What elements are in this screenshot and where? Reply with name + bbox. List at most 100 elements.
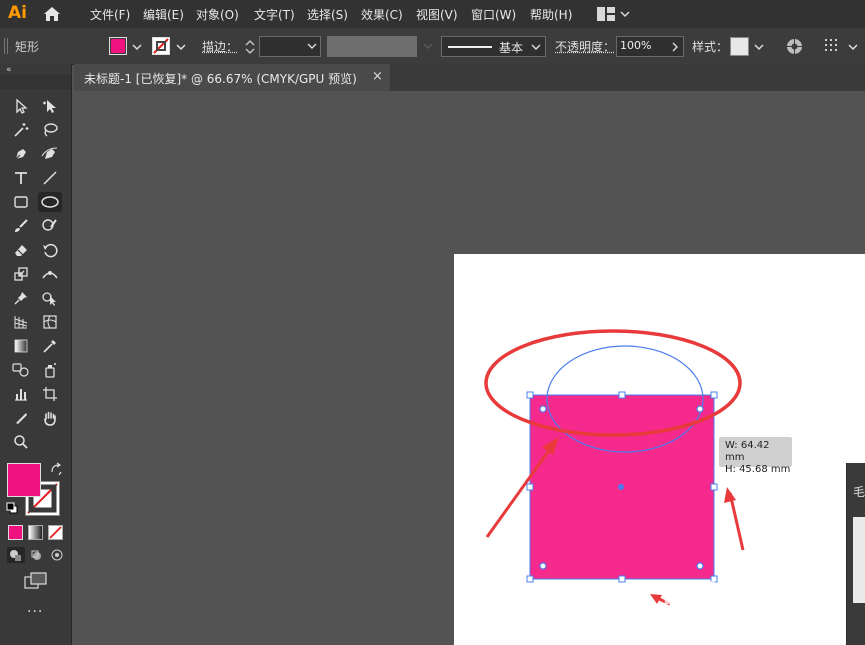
line-segment-tool[interactable] — [38, 168, 62, 188]
opacity-label[interactable]: 不透明度： — [555, 38, 615, 55]
align-grid-icon[interactable] — [824, 38, 842, 54]
chevron-right-icon[interactable] — [670, 41, 680, 53]
menu-edit[interactable]: 编辑(E) — [143, 6, 184, 23]
eyedropper-tool[interactable] — [38, 336, 62, 356]
selection-tool[interactable] — [9, 96, 33, 116]
menu-object[interactable]: 对象(O) — [196, 6, 239, 23]
gradient-mode-button[interactable] — [28, 525, 43, 540]
mesh-icon — [43, 315, 57, 329]
close-icon[interactable]: × — [372, 69, 383, 84]
rotate-tool[interactable] — [38, 240, 62, 260]
workspace-layout-icon[interactable] — [597, 7, 615, 24]
line-segment-icon — [43, 171, 57, 185]
chevron-down-icon[interactable] — [174, 40, 188, 54]
menu-help[interactable]: 帮助(H) — [530, 6, 572, 23]
stroke-swatch[interactable] — [152, 37, 170, 55]
default-fill-stroke-icon[interactable] — [6, 502, 18, 514]
gradient-tool[interactable] — [9, 336, 33, 356]
size-tooltip: W: 64.42 mm H: 45.68 mm — [719, 437, 792, 475]
tools-panel: « ··· — [0, 64, 72, 645]
pushpin-icon — [14, 292, 27, 305]
color-mode-button[interactable] — [8, 525, 23, 540]
chevron-down-icon[interactable] — [846, 40, 860, 54]
fill-swatch[interactable] — [109, 37, 127, 55]
chevron-down-icon[interactable] — [306, 40, 318, 52]
panel-label: 毛 — [853, 485, 865, 499]
menu-bar: Ai 文件(F) 编辑(E) 对象(O) 文字(T) 选择(S) 效果(C) 视… — [0, 0, 865, 28]
direct-selection-tool[interactable] — [38, 96, 62, 116]
collapse-panel-icon[interactable]: « — [6, 65, 12, 75]
chevron-down-icon[interactable] — [752, 40, 766, 54]
opacity-input[interactable]: 100% — [616, 36, 684, 57]
no-stroke-icon — [153, 38, 169, 54]
stroke-weight-input[interactable] — [259, 36, 321, 57]
zoom-magnifier-icon — [14, 435, 28, 449]
pen-nib-icon — [15, 149, 26, 160]
column-graph-tool[interactable] — [9, 384, 33, 404]
chevron-down-icon[interactable] — [530, 41, 542, 53]
draw-inside-icon[interactable] — [48, 547, 66, 563]
blend-tool[interactable] — [9, 360, 33, 380]
handle-top-right — [710, 391, 718, 399]
shape-builder-icon — [42, 292, 56, 306]
stroke-weight-label[interactable]: 描边： — [202, 38, 238, 55]
blob-brush-tool[interactable] — [38, 216, 62, 236]
menu-window[interactable]: 窗口(W) — [471, 6, 516, 23]
stepper-arrows-icon[interactable] — [244, 38, 256, 56]
menu-view[interactable]: 视图(V) — [416, 6, 458, 23]
document-tab[interactable]: 未标题-1 [已恢复]* @ 66.67% (CMYK/GPU 预览) × — [74, 64, 390, 91]
chevron-down-icon[interactable] — [130, 40, 144, 54]
symbol-sprayer-tool[interactable] — [38, 360, 62, 380]
menu-select[interactable]: 选择(S) — [307, 6, 348, 23]
lasso-tool[interactable] — [38, 120, 62, 140]
artwork-layer[interactable] — [72, 91, 865, 645]
type-t-icon — [15, 172, 27, 184]
menu-effect[interactable]: 效果(C) — [361, 6, 403, 23]
type-tool[interactable] — [9, 168, 33, 188]
hand-tool[interactable] — [38, 408, 62, 428]
canvas-area[interactable]: W: 64.42 mm H: 45.68 mm 毛 Baidu 经验 jingy… — [72, 91, 865, 645]
home-icon[interactable] — [42, 6, 62, 25]
handle-top-left — [526, 391, 534, 399]
paintbrush-icon — [15, 219, 28, 232]
panel-grip[interactable] — [0, 75, 71, 89]
eyedropper-icon — [43, 340, 56, 353]
chevron-down-icon[interactable] — [620, 8, 630, 22]
direct-selection-icon — [43, 100, 56, 113]
variable-width-profile[interactable] — [327, 36, 417, 57]
graphic-style-label: 样式： — [692, 40, 729, 54]
perspective-grid-tool[interactable] — [9, 312, 33, 332]
draw-normal-button[interactable] — [7, 547, 25, 563]
object-type-label: 矩形 — [15, 40, 40, 54]
pen-tool[interactable] — [9, 144, 33, 164]
paintbrush-tool[interactable] — [9, 216, 33, 236]
mesh-tool[interactable] — [38, 312, 62, 332]
collapsed-side-panel[interactable]: 毛 — [846, 463, 865, 645]
artboard-tool[interactable] — [38, 384, 62, 404]
draw-behind-icon[interactable] — [28, 547, 46, 563]
fill-color-box[interactable] — [7, 463, 41, 497]
scale-tool[interactable] — [9, 264, 33, 284]
width-tool[interactable] — [38, 264, 62, 284]
curvature-tool[interactable] — [38, 144, 62, 164]
brush-definition-dropdown[interactable]: 基本 — [441, 36, 546, 57]
menu-file[interactable]: 文件(F) — [90, 6, 130, 23]
swap-fill-stroke-icon[interactable] — [50, 462, 63, 475]
puppet-warp-tool[interactable] — [9, 288, 33, 308]
none-mode-button[interactable] — [48, 525, 63, 540]
recolor-artwork-icon[interactable] — [786, 38, 803, 55]
ellipse-tool[interactable] — [38, 192, 62, 212]
change-screen-mode-icon[interactable] — [24, 572, 48, 592]
rectangle-tool[interactable] — [9, 192, 33, 212]
ellipse-icon — [41, 196, 59, 208]
slice-tool[interactable] — [9, 408, 33, 428]
zoom-tool[interactable] — [9, 432, 33, 452]
menu-type[interactable]: 文字(T) — [254, 6, 295, 23]
shape-builder-tool[interactable] — [38, 288, 62, 308]
graphic-style-swatch[interactable] — [730, 37, 749, 56]
panel-grip-icon — [4, 38, 8, 54]
artboard-icon — [43, 387, 57, 401]
more-tools-button[interactable]: ··· — [27, 604, 43, 620]
magic-wand-tool[interactable] — [9, 120, 33, 140]
eraser-tool[interactable] — [9, 240, 33, 260]
